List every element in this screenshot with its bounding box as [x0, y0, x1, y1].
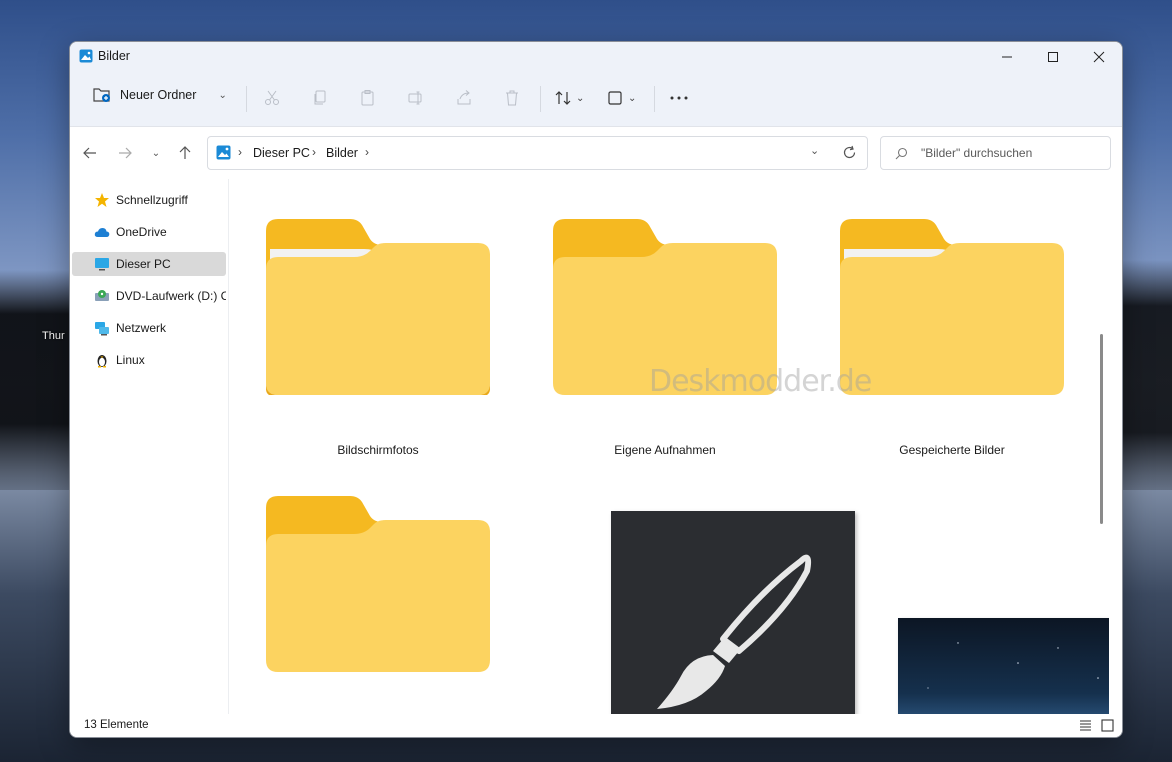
sidebar-item-label: Linux	[116, 353, 145, 367]
desktop-trees-left	[0, 270, 80, 490]
new-folder-icon	[93, 88, 110, 102]
breadcrumb-bilder[interactable]: Bilder	[326, 146, 358, 160]
sidebar-item-label: Netzwerk	[116, 321, 167, 335]
close-icon	[1093, 51, 1105, 63]
chevron-down-icon[interactable]: ⌄	[810, 144, 819, 157]
view-button[interactable]: ⌄	[606, 89, 636, 107]
paintbrush-icon	[657, 554, 812, 709]
dvd-icon	[95, 290, 109, 301]
image-thumbnail-night-sky[interactable]	[898, 618, 1109, 714]
cut-icon[interactable]	[263, 89, 281, 107]
search-placeholder: "Bilder" durchsuchen	[921, 146, 1033, 160]
file-list: Bildschirmfotos Eigene Aufnahmen Gespeic…	[229, 179, 1109, 714]
chevron-right-icon[interactable]: ›	[365, 145, 369, 159]
minimize-button[interactable]	[984, 42, 1030, 72]
status-bar: 13 Elemente	[70, 714, 1122, 737]
up-button[interactable]	[175, 143, 195, 163]
folder-icon	[266, 219, 490, 395]
close-button[interactable]	[1076, 42, 1122, 72]
sidebar-item-label: Dieser PC	[116, 257, 171, 271]
folder-item[interactable]	[248, 496, 508, 696]
sidebar-item-label: OneDrive	[116, 225, 167, 239]
toolbar-divider	[246, 86, 247, 112]
chevron-down-icon: ⌄	[576, 92, 585, 104]
minimize-icon	[1002, 56, 1012, 58]
sidebar-item-label: Schnellzugriff	[116, 193, 188, 207]
recent-locations-button[interactable]: ⌄	[146, 143, 166, 163]
file-explorer-window: Bilder Neuer Ordner ⌄ ⌄ ⌄ ⌄ › Dieser PC …	[69, 41, 1123, 738]
details-view-icon[interactable]	[1079, 719, 1092, 732]
folder-item[interactable]: Gespeicherte Bilder	[822, 219, 1082, 459]
sidebar-item-dieser-pc[interactable]: Dieser PC	[72, 252, 226, 276]
vertical-scrollbar[interactable]	[1100, 334, 1103, 524]
sort-icon	[555, 91, 571, 105]
address-bar[interactable]: › Dieser PC › Bilder › ⌄	[207, 136, 868, 170]
new-folder-button[interactable]: Neuer Ordner ⌄	[92, 86, 227, 104]
sidebar-item-label: DVD-Laufwerk (D:) C	[116, 289, 226, 303]
sidebar-item-linux[interactable]: Linux	[72, 348, 226, 372]
pictures-app-icon	[79, 49, 93, 63]
rename-icon[interactable]	[407, 89, 425, 107]
network-icon	[95, 322, 109, 336]
sidebar-item-schnellzugriff[interactable]: Schnellzugriff	[72, 188, 226, 212]
chevron-down-icon: ⌄	[151, 147, 161, 159]
sort-button[interactable]: ⌄	[554, 89, 584, 107]
folder-icon	[840, 219, 1064, 395]
folder-item[interactable]: Eigene Aufnahmen	[535, 219, 795, 459]
search-input[interactable]: "Bilder" durchsuchen	[880, 136, 1111, 170]
toolbar-divider	[540, 86, 541, 112]
delete-icon[interactable]	[503, 89, 521, 107]
chevron-right-icon[interactable]: ›	[312, 145, 316, 159]
navigation-bar: ⌄ › Dieser PC › Bilder › ⌄ "Bilder" durc…	[70, 127, 1122, 179]
chevron-down-icon[interactable]: ⌄	[218, 90, 226, 101]
copy-icon[interactable]	[311, 89, 329, 107]
arrow-left-icon	[83, 147, 96, 159]
window-title: Bilder	[98, 49, 130, 63]
item-label: Gespeicherte Bilder	[899, 443, 1005, 457]
title-bar[interactable]: Bilder	[70, 42, 1122, 72]
item-label: Bildschirmfotos	[337, 443, 419, 457]
star-icon	[95, 193, 109, 207]
item-count: 13 Elemente	[84, 719, 149, 731]
toolbar-divider	[654, 86, 655, 112]
penguin-icon	[97, 355, 107, 368]
new-folder-label: Neuer Ordner	[120, 88, 197, 102]
watermark: Deskmodder.de	[649, 364, 872, 399]
mountain-silhouette-icon	[927, 642, 1099, 689]
chevron-right-icon[interactable]: ›	[238, 145, 242, 159]
paste-icon[interactable]	[359, 89, 377, 107]
folder-item[interactable]: Bildschirmfotos	[248, 219, 508, 459]
arrow-up-icon	[179, 146, 191, 159]
command-bar: Neuer Ordner ⌄ ⌄ ⌄	[70, 72, 1122, 127]
sidebar-item-onedrive[interactable]: OneDrive	[72, 220, 226, 244]
maximize-button[interactable]	[1030, 42, 1076, 72]
back-button[interactable]	[80, 143, 100, 163]
cloud-icon	[94, 228, 110, 237]
item-label: Eigene Aufnahmen	[614, 443, 716, 457]
image-thumbnail-paint[interactable]	[611, 511, 855, 714]
sidebar-item-netzwerk[interactable]: Netzwerk	[72, 316, 226, 340]
share-icon[interactable]	[455, 89, 473, 107]
search-icon	[895, 147, 908, 160]
desktop-icon-label[interactable]: Thur	[42, 330, 65, 342]
pictures-icon	[216, 145, 231, 160]
navigation-pane: Schnellzugriff OneDrive Dieser PC DVD-La…	[70, 179, 229, 714]
folder-icon	[266, 496, 490, 672]
large-icons-view-icon[interactable]	[1101, 719, 1114, 732]
maximize-icon	[1048, 52, 1058, 62]
refresh-icon[interactable]	[842, 145, 857, 160]
more-icon[interactable]	[669, 89, 689, 107]
breadcrumb-dieser-pc[interactable]: Dieser PC	[253, 146, 310, 160]
view-icon	[608, 91, 622, 105]
monitor-icon	[95, 258, 109, 271]
sidebar-item-dvd-laufwerk[interactable]: DVD-Laufwerk (D:) C	[72, 284, 226, 308]
arrow-right-icon	[119, 147, 132, 159]
chevron-down-icon: ⌄	[628, 92, 637, 104]
forward-button[interactable]	[115, 143, 135, 163]
